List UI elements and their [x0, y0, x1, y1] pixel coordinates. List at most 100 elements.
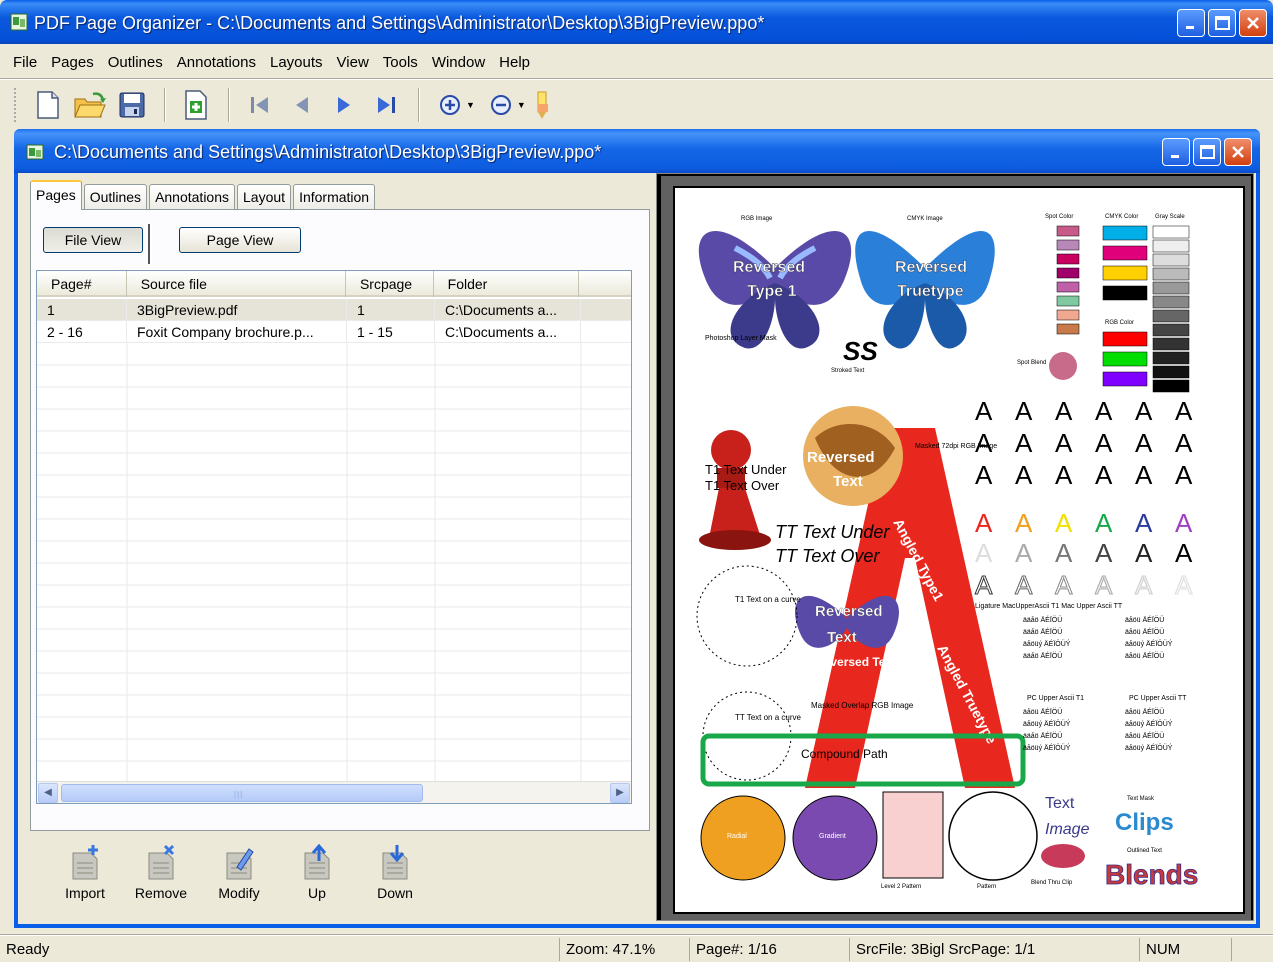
insert-page-button[interactable] — [176, 85, 216, 125]
remove-button[interactable]: Remove — [126, 843, 196, 901]
svg-text:äåöüý ÄÉÏÖÜÝ: äåöüý ÄÉÏÖÜÝ — [1023, 639, 1071, 648]
pages-list[interactable]: Page# Source file Srcpage Folder 1 3BigP… — [36, 270, 632, 804]
svg-text:A: A — [975, 508, 993, 538]
page-preview-pane[interactable]: RGB Image Reversed Type 1 Photoshop Laye… — [656, 173, 1254, 921]
status-page: Page#: 1/16 — [690, 938, 850, 961]
label-rgb-image: RGB Image — [741, 216, 773, 222]
svg-text:A: A — [1175, 508, 1193, 538]
maximize-icon — [1215, 16, 1230, 30]
scroll-right-button[interactable]: ▶ — [610, 783, 630, 803]
zoom-out-button[interactable] — [481, 85, 521, 125]
last-page-button[interactable] — [366, 85, 406, 125]
first-page-button[interactable] — [240, 85, 280, 125]
label-outlined-text: Outlined Text — [1127, 848, 1162, 854]
first-page-icon — [251, 97, 268, 113]
doc-minimize-button[interactable] — [1162, 138, 1190, 166]
pattern-circle — [948, 791, 1038, 881]
remove-label: Remove — [134, 885, 188, 901]
grip-icon: ||| — [234, 790, 244, 799]
table-row[interactable]: 2 - 16 Foxit Company brochure.p... 1 - 1… — [37, 321, 631, 343]
blends-sample: Blends — [1105, 859, 1198, 890]
label-pattern: Pattern — [977, 884, 996, 890]
menu-layouts[interactable]: Layouts — [263, 54, 330, 71]
column-source-file[interactable]: Source file — [127, 271, 346, 297]
page-preview[interactable]: RGB Image Reversed Type 1 Photoshop Laye… — [673, 186, 1245, 914]
resize-grip-icon[interactable] — [1232, 938, 1272, 961]
column-srcpage[interactable]: Srcpage — [346, 271, 434, 297]
tab-layout[interactable]: Layout — [237, 184, 292, 210]
reversed-text-over-image: Reversed — [807, 449, 875, 466]
scroll-thumb[interactable]: ||| — [61, 784, 423, 802]
stroked-ss-text: SS — [843, 336, 878, 366]
menu-pages[interactable]: Pages — [44, 54, 101, 71]
new-file-icon — [37, 91, 59, 119]
label-spot-color: Spot Color — [1045, 214, 1073, 220]
prev-page-button[interactable] — [282, 85, 322, 125]
next-page-button[interactable] — [324, 85, 364, 125]
svg-text:PC Upper Ascii TT: PC Upper Ascii TT — [1129, 695, 1187, 702]
statusbar: Ready Zoom: 47.1% Page#: 1/16 SrcFile: 3… — [0, 937, 1273, 962]
menu-annotations[interactable]: Annotations — [170, 54, 263, 71]
tab-information[interactable]: Information — [293, 184, 376, 210]
document-titlebar[interactable]: C:\Documents and Settings\Administrator\… — [14, 129, 1260, 173]
import-button[interactable]: Import — [50, 843, 120, 901]
doc-maximize-button[interactable] — [1193, 138, 1221, 166]
page-view-button[interactable]: Page View — [179, 227, 301, 253]
toolbar-grip[interactable] — [14, 88, 18, 122]
cell-page-number: 2 - 16 — [37, 321, 127, 342]
menu-window[interactable]: Window — [425, 54, 492, 71]
svg-text:A: A — [1015, 508, 1033, 538]
svg-text:A: A — [1175, 570, 1193, 600]
tab-annotations[interactable]: Annotations — [149, 184, 236, 210]
close-button[interactable] — [1239, 9, 1267, 37]
table-row[interactable]: 1 3BigPreview.pdf 1 C:\Documents a... — [37, 299, 631, 321]
menu-help[interactable]: Help — [492, 54, 537, 71]
toolbar-separator — [418, 88, 420, 122]
minimize-icon — [1186, 26, 1194, 29]
page-actions: Import Remove Modify Up Down — [30, 835, 650, 915]
horizontal-scrollbar[interactable]: ◀ ||| ▶ — [37, 781, 631, 803]
modify-label: Modify — [218, 885, 260, 901]
minimize-button[interactable] — [1177, 9, 1205, 37]
app-titlebar[interactable]: PDF Page Organizer - C:\Documents and Se… — [0, 0, 1273, 44]
menu-outlines[interactable]: Outlines — [101, 54, 170, 71]
minimize-icon — [1171, 155, 1179, 158]
file-view-button[interactable]: File View — [43, 227, 143, 253]
down-button[interactable]: Down — [360, 843, 430, 901]
maximize-button[interactable] — [1208, 9, 1236, 37]
column-page-number[interactable]: Page# — [37, 271, 127, 297]
prev-page-icon — [296, 97, 308, 113]
doc-close-button[interactable] — [1224, 138, 1252, 166]
tab-outlines[interactable]: Outlines — [83, 184, 148, 210]
svg-text:A: A — [1095, 428, 1113, 458]
tt-text-on-curve: TT Text on a curve — [735, 713, 802, 722]
open-button[interactable] — [70, 85, 110, 125]
list-empty-grid — [37, 343, 631, 783]
new-button[interactable] — [28, 85, 68, 125]
svg-text:A: A — [1175, 538, 1193, 568]
column-folder[interactable]: Folder — [434, 271, 580, 297]
list-header: Page# Source file Srcpage Folder — [37, 271, 631, 297]
svg-text:äåöüý ÄÉÏÖÜÝ: äåöüý ÄÉÏÖÜÝ — [1125, 719, 1173, 728]
menu-file[interactable]: File — [6, 54, 44, 71]
up-button[interactable]: Up — [282, 843, 352, 901]
document-body: Pages Outlines Annotations Layout Inform… — [18, 173, 1256, 924]
modify-button[interactable]: Modify — [204, 843, 274, 901]
menu-separator — [0, 78, 1273, 80]
zoom-in-button[interactable] — [430, 85, 470, 125]
label-cmyk-color: CMYK Color — [1105, 214, 1138, 220]
save-button[interactable] — [112, 85, 152, 125]
menu-tools[interactable]: Tools — [376, 54, 425, 71]
scroll-left-button[interactable]: ◀ — [38, 783, 58, 803]
status-srcfile: SrcFile: 3Bigl SrcPage: 1/1 — [850, 938, 1140, 961]
svg-text:A: A — [1055, 396, 1073, 426]
svg-text:äåöüý ÄÉÏÖÜÝ: äåöüý ÄÉÏÖÜÝ — [1125, 639, 1173, 648]
highlight-button[interactable] — [532, 85, 554, 125]
svg-text:äåöüý ÄÉÏÖÜÝ: äåöüý ÄÉÏÖÜÝ — [1023, 719, 1071, 728]
svg-text:A: A — [1175, 396, 1193, 426]
tab-pages[interactable]: Pages — [30, 180, 82, 210]
t1-text-under: T1 Text Under — [705, 462, 787, 477]
svg-text:A: A — [1095, 508, 1113, 538]
menu-view[interactable]: View — [330, 54, 376, 71]
curve-text-circle — [696, 565, 798, 667]
